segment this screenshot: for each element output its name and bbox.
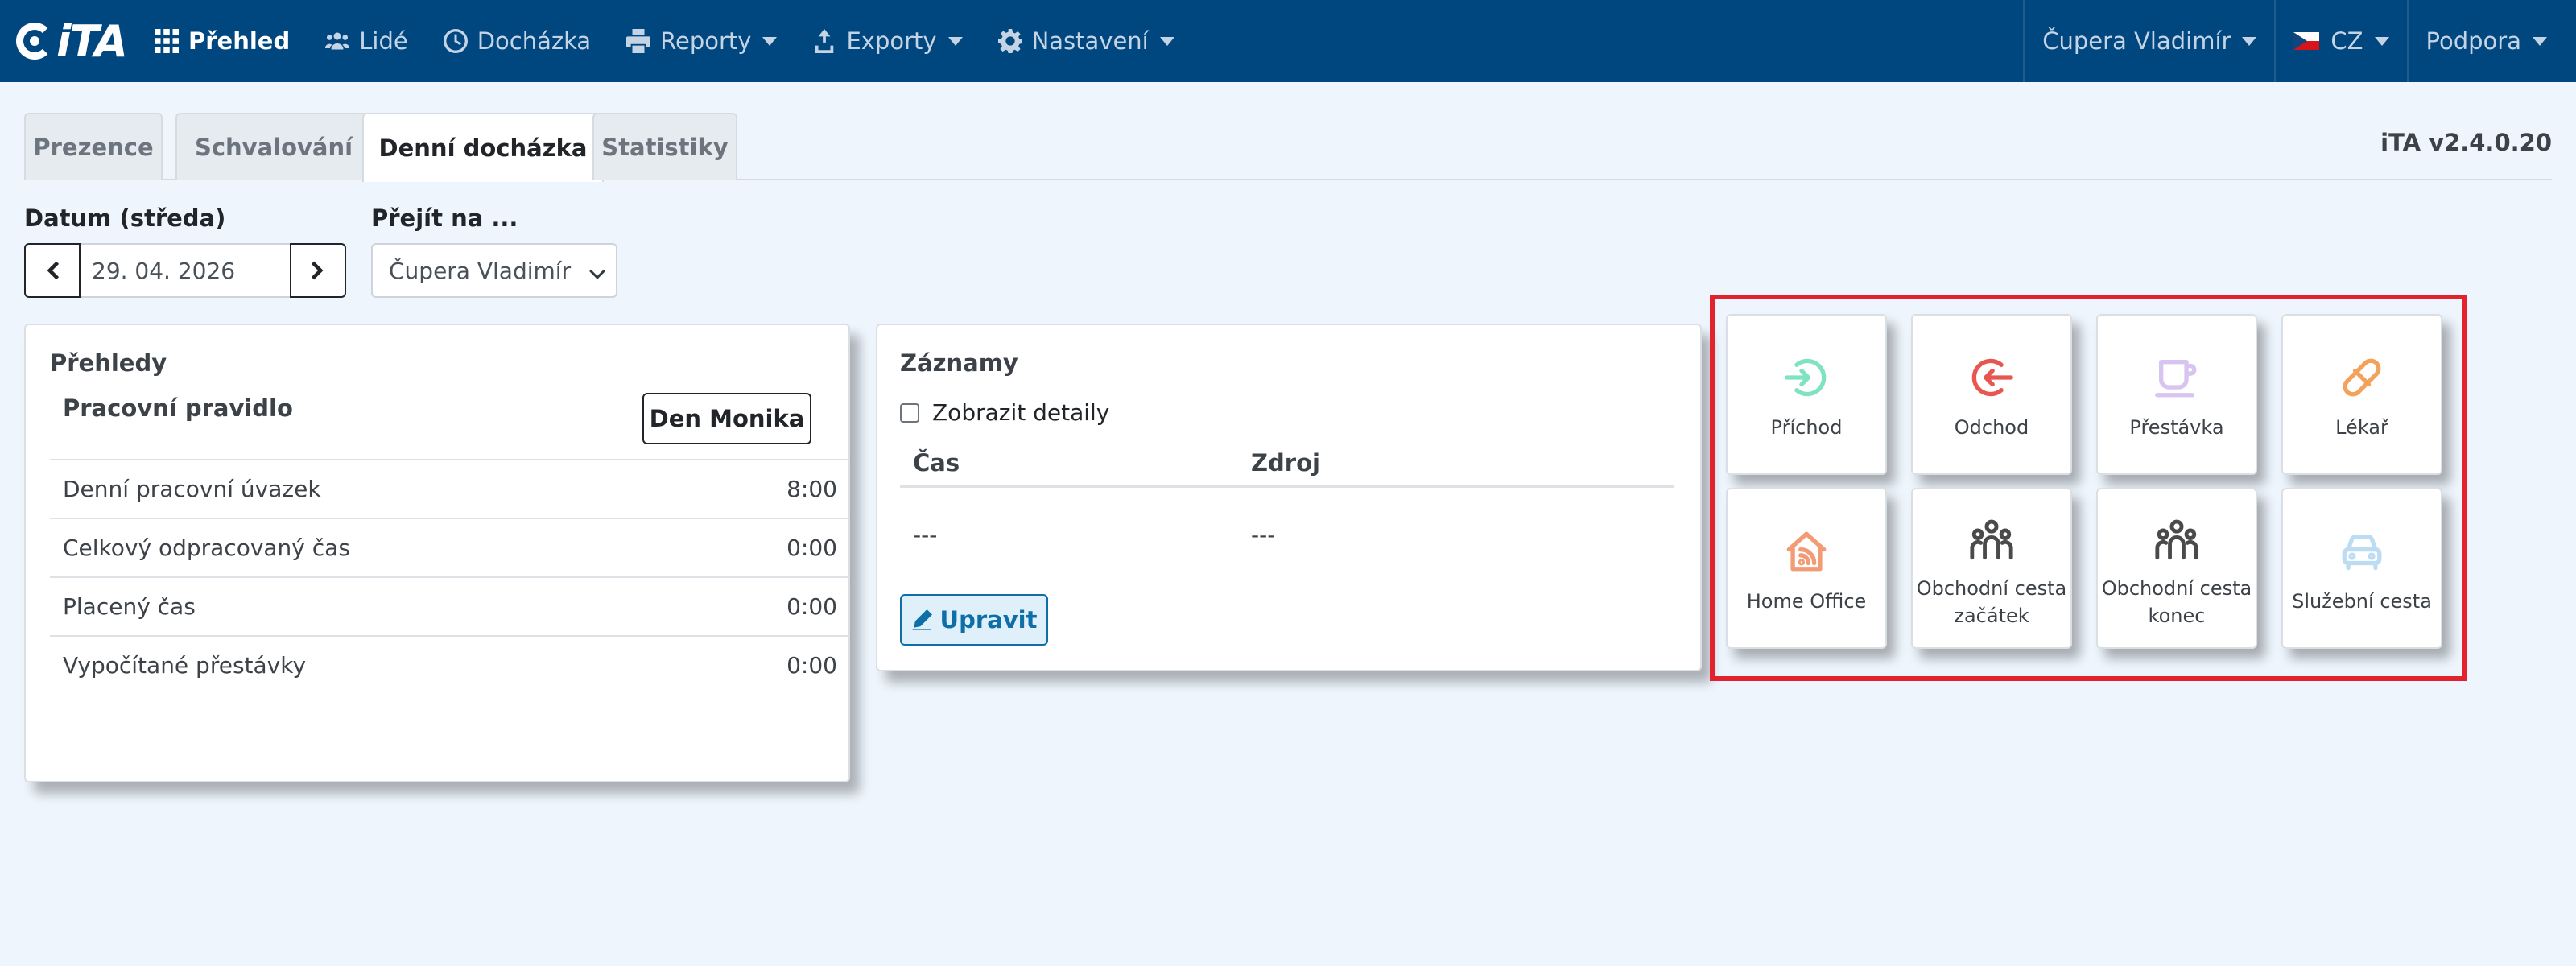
- pill-icon: [2283, 354, 2441, 401]
- show-details-toggle[interactable]: Zobrazit detaily: [900, 399, 1109, 426]
- zaznamy-title: Záznamy: [900, 349, 1018, 377]
- table-row: Celkový odpracovaný čas 0:00: [50, 518, 850, 576]
- column-header-zdroj: Zdroj: [1251, 449, 1320, 477]
- date-label: Datum (středa): [24, 204, 226, 232]
- nav-item-reporty[interactable]: Reporty: [609, 0, 795, 82]
- column-header-cas: Čas: [913, 449, 960, 477]
- goto-select[interactable]: Čupera Vladimír: [371, 243, 617, 298]
- grid-icon: [155, 29, 179, 53]
- edit-button[interactable]: Upravit: [900, 594, 1048, 646]
- action-home-office[interactable]: Home Office: [1726, 488, 1887, 649]
- chevron-down-icon: [2533, 36, 2547, 46]
- home-office-icon: [1728, 528, 1885, 575]
- chevron-down-icon: [947, 36, 963, 46]
- brand-logo[interactable]: iTA: [16, 0, 137, 82]
- chevron-down-icon: [1159, 36, 1174, 46]
- table-row: Placený čas 0:00: [50, 576, 850, 635]
- date-input[interactable]: [80, 243, 290, 298]
- table-cell: ---: [913, 522, 938, 548]
- nav-item-dochazka[interactable]: Docházka: [426, 0, 609, 82]
- nav-item-lide[interactable]: Lidé: [308, 0, 425, 82]
- nav-item-exporty[interactable]: Exporty: [795, 0, 980, 82]
- action-prestavka[interactable]: Přestávka: [2096, 314, 2257, 475]
- tab-bar: Prezence Schvalování Denní docházka Stat…: [24, 113, 2552, 182]
- action-sluzebni-cesta[interactable]: Služební cesta: [2281, 488, 2442, 649]
- action-odchod[interactable]: Odchod: [1911, 314, 2072, 475]
- car-icon: [2283, 528, 2441, 575]
- users-icon: [325, 29, 350, 53]
- action-obchodni-cesta-konec[interactable]: Obchodní cesta konec: [2096, 488, 2257, 649]
- chevron-down-icon: [2242, 36, 2257, 46]
- printer-icon: [626, 29, 651, 53]
- chevron-down-icon: [589, 263, 605, 279]
- pencil-icon: [912, 609, 932, 630]
- czech-flag-icon: [2293, 32, 2320, 50]
- table-row: Vypočítané přestávky 0:00: [50, 635, 850, 694]
- chevron-right-icon: [311, 261, 324, 280]
- zaznamy-table-header: Čas Zdroj: [900, 441, 1674, 488]
- action-lekar[interactable]: Lékař: [2281, 314, 2442, 475]
- clock-icon: [443, 29, 468, 53]
- support-menu[interactable]: Podpora: [2409, 0, 2565, 82]
- top-navbar: iTA Přehled Lidé Docházka Reporty Export…: [0, 0, 2576, 82]
- table-row: Denní pracovní úvazek 8:00: [50, 459, 850, 518]
- arrival-icon: [1728, 354, 1885, 401]
- nav-item-prehled[interactable]: Přehled: [137, 0, 308, 82]
- goto-label: Přejít na ...: [371, 204, 518, 232]
- export-icon: [812, 29, 836, 53]
- date-picker: [24, 243, 346, 298]
- group-icon: [1913, 517, 2070, 564]
- chevron-down-icon: [2374, 36, 2389, 46]
- tab-prezence[interactable]: Prezence: [24, 113, 163, 180]
- prehledy-card: Přehledy Pracovní pravidlo Den Monika De…: [24, 324, 850, 782]
- tab-schvalovani[interactable]: Schvalování: [175, 113, 372, 180]
- app-version: iTA v2.4.0.20: [2380, 129, 2552, 156]
- action-obchodni-cesta-zacatek[interactable]: Obchodní cesta začátek: [1911, 488, 2072, 649]
- tab-statistiky[interactable]: Statistiky: [592, 113, 737, 180]
- work-rule-label: Pracovní pravidlo: [63, 394, 293, 422]
- tab-denni-dochazka[interactable]: Denní docházka: [362, 113, 604, 182]
- nav-item-nastaveni[interactable]: Nastavení: [980, 0, 1192, 82]
- coffee-icon: [2098, 354, 2256, 401]
- zaznamy-card: Záznamy Zobrazit detaily Čas Zdroj --- -…: [876, 324, 1702, 671]
- gear-icon: [997, 29, 1022, 53]
- table-cell: ---: [1251, 522, 1276, 548]
- next-day-button[interactable]: [290, 243, 346, 298]
- chevron-left-icon: [47, 261, 60, 280]
- prehledy-title: Přehledy: [50, 349, 167, 377]
- action-prichod[interactable]: Příchod: [1726, 314, 1887, 475]
- chevron-down-icon: [762, 36, 778, 46]
- prev-day-button[interactable]: [24, 243, 80, 298]
- show-details-checkbox[interactable]: [900, 402, 919, 423]
- group-icon: [2098, 517, 2256, 564]
- departure-icon: [1913, 354, 2070, 401]
- work-rule-button[interactable]: Den Monika: [642, 393, 811, 444]
- language-menu[interactable]: CZ: [2276, 0, 2406, 82]
- user-menu[interactable]: Čupera Vladimír: [2025, 0, 2274, 82]
